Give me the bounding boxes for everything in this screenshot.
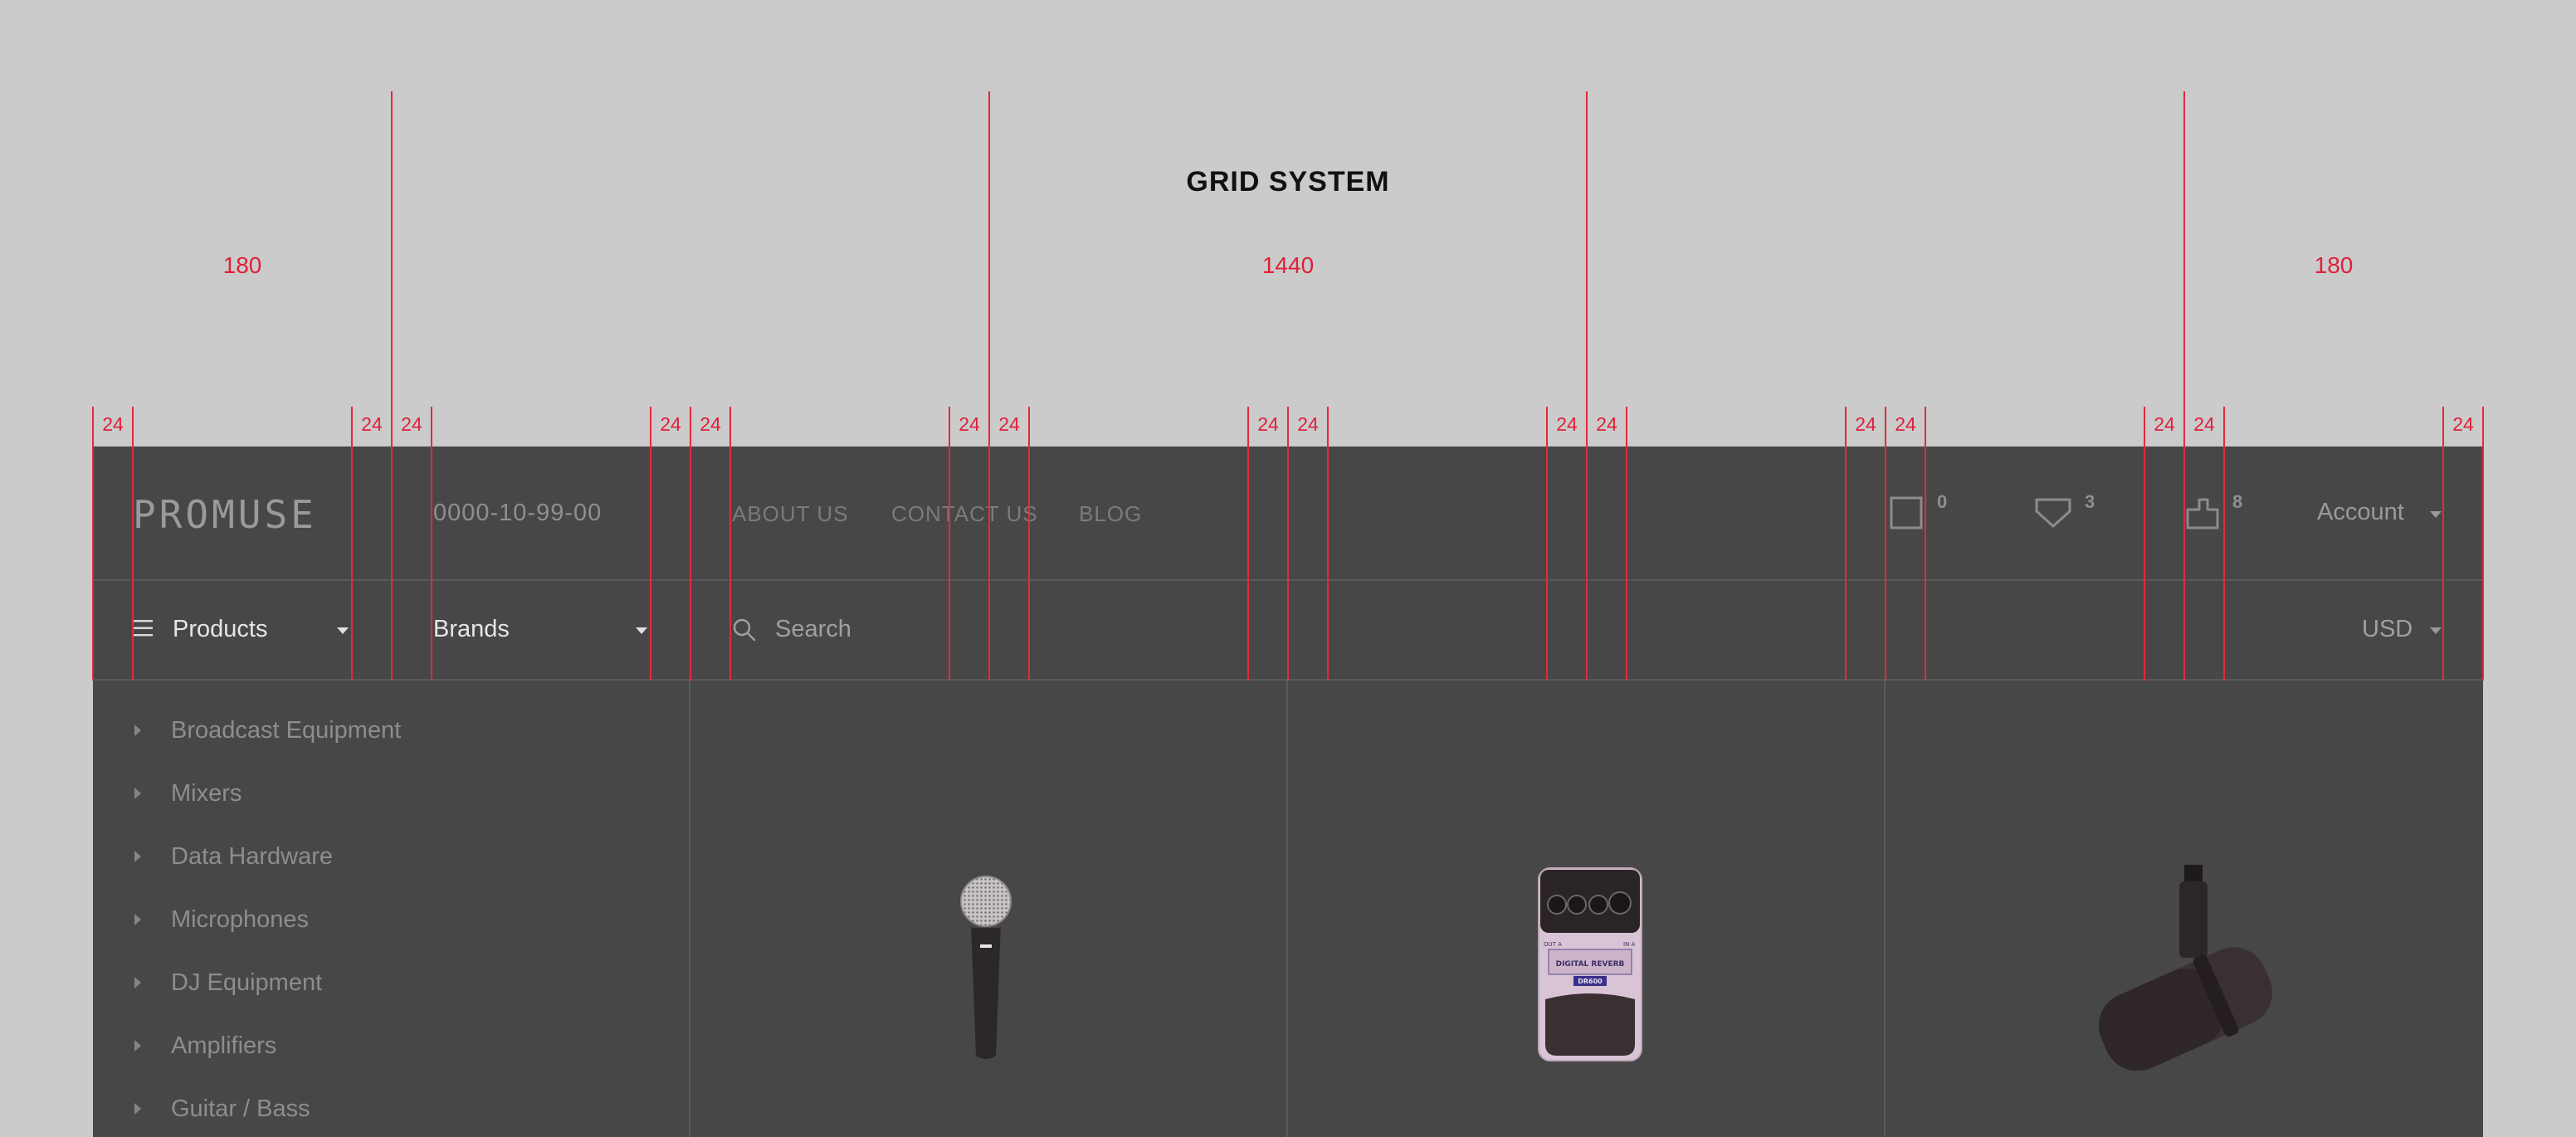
studio-microphone-image (2099, 865, 2272, 1071)
compare-count: 0 (1937, 491, 1948, 512)
category-item[interactable]: DJ Equipment (133, 966, 322, 999)
svg-text:PROMUSE: PROMUSE (133, 493, 317, 534)
menu-icon[interactable] (133, 619, 153, 637)
products-dropdown[interactable]: Products (173, 616, 267, 643)
nav-about-us[interactable]: ABOUT US (732, 501, 848, 527)
account-menu[interactable]: Account (2317, 499, 2404, 526)
nav-contact-us[interactable]: CONTACT US (891, 501, 1038, 527)
gutter-width-label: 24 (1855, 413, 1876, 435)
grid-gutter-line (1546, 407, 1548, 681)
gutter-width-label: 24 (2452, 413, 2474, 435)
grid-gutter-line (988, 407, 990, 681)
gutter-width-label: 24 (361, 413, 383, 435)
gutter-width-label: 24 (998, 413, 1020, 435)
category-item[interactable]: Microphones (133, 903, 309, 936)
gutter-width-label: 24 (1895, 413, 1916, 435)
product-card-studio-microphone[interactable] (1886, 681, 2483, 1137)
caret-right-icon (134, 851, 141, 862)
grid-gutter-line (2223, 407, 2225, 681)
brands-dropdown[interactable]: Brands (433, 616, 510, 643)
zone-width-center: 1440 (1261, 252, 1315, 278)
cart-count: 8 (2232, 491, 2243, 512)
caret-right-icon (134, 788, 141, 799)
wishlist-icon[interactable] (2033, 493, 2073, 533)
caret-right-icon (134, 1040, 141, 1052)
grid-gutter-line (949, 407, 950, 681)
caret-right-icon (134, 725, 141, 736)
cart-icon[interactable] (2183, 493, 2222, 533)
grid-gutter-line (690, 407, 691, 681)
caret-right-icon (134, 1103, 141, 1115)
category-item[interactable]: Amplifiers (133, 1029, 276, 1062)
grid-gutter-line (2144, 407, 2145, 681)
grid-gutter-line (431, 407, 432, 681)
gutter-width-label: 24 (1257, 413, 1279, 435)
svg-text:DIGITAL REVERB: DIGITAL REVERB (1556, 960, 1625, 969)
grid-gutter-line (132, 407, 134, 681)
wishlist-count: 3 (2085, 491, 2095, 512)
grid-gutter-line (1586, 407, 1588, 681)
product-card-guitar-pedal[interactable]: OUT A IN A DIGITAL REVERB DR600 (1288, 681, 1886, 1137)
zone-width-left: 180 (222, 252, 262, 278)
grid-gutter-line (1287, 407, 1289, 681)
category-item[interactable]: Mixers (133, 777, 242, 810)
search-icon[interactable] (732, 617, 757, 642)
promuse-logo[interactable]: PROMUSE (133, 493, 349, 534)
product-card-microphone[interactable] (690, 681, 1288, 1137)
page-title: GRID SYSTEM (1186, 166, 1390, 198)
gutter-width-label: 24 (401, 413, 422, 435)
grid-gutter-line (351, 407, 353, 681)
caret-right-icon (134, 914, 141, 925)
category-item[interactable]: Broadcast Equipment (133, 714, 401, 747)
search-input[interactable]: Search (775, 616, 851, 643)
gutter-width-label: 24 (1556, 413, 1578, 435)
grid-gutter-line (1885, 407, 1886, 681)
grid-gutter-line (391, 407, 393, 681)
brands-chevron-down-icon[interactable] (636, 627, 647, 634)
svg-text:IN A: IN A (1623, 941, 1636, 948)
category-sidebar: Broadcast Equipment Mixers Data Hardware… (93, 681, 690, 1137)
phone-number[interactable]: 0000-10-99-00 (433, 500, 602, 527)
grid-gutter-line (650, 407, 651, 681)
gutter-width-label: 24 (700, 413, 721, 435)
gutter-width-label: 24 (959, 413, 980, 435)
caret-right-icon (134, 977, 141, 988)
category-item[interactable]: Data Hardware (133, 840, 333, 873)
grid-gutter-line (2442, 407, 2444, 681)
grid-gutter-line (2183, 407, 2185, 681)
grid-gutter-line (729, 407, 731, 681)
grid-gutter-line (92, 407, 94, 681)
gutter-width-label: 24 (660, 413, 681, 435)
gutter-width-label: 24 (102, 413, 124, 435)
gutter-width-label: 24 (1297, 413, 1319, 435)
gutter-width-label: 24 (1596, 413, 1617, 435)
products-chevron-down-icon[interactable] (337, 627, 349, 634)
svg-text:DR600: DR600 (1578, 978, 1603, 985)
grid-gutter-line (1626, 407, 1627, 681)
category-item[interactable]: Guitar / Bass (133, 1092, 310, 1125)
currency-selector[interactable]: USD (2362, 616, 2413, 643)
gutter-width-label: 24 (2193, 413, 2215, 435)
grid-gutter-line (1925, 407, 1926, 681)
grid-gutter-line (1247, 407, 1249, 681)
currency-chevron-down-icon[interactable] (2430, 627, 2442, 634)
microphone-image (960, 876, 1012, 1059)
gutter-width-label: 24 (2154, 413, 2175, 435)
nav-blog[interactable]: BLOG (1079, 501, 1142, 527)
svg-text:OUT A: OUT A (1544, 941, 1562, 948)
zone-width-right: 180 (2314, 252, 2354, 278)
grid-gutter-line (2482, 407, 2484, 681)
grid-gutter-line (1845, 407, 1847, 681)
guitar-pedal-image: OUT A IN A DIGITAL REVERB DR600 (1538, 867, 1642, 1061)
compare-icon[interactable] (1887, 493, 1927, 533)
account-chevron-down-icon[interactable] (2430, 511, 2442, 518)
grid-gutter-line (1327, 407, 1329, 681)
grid-gutter-line (1028, 407, 1030, 681)
